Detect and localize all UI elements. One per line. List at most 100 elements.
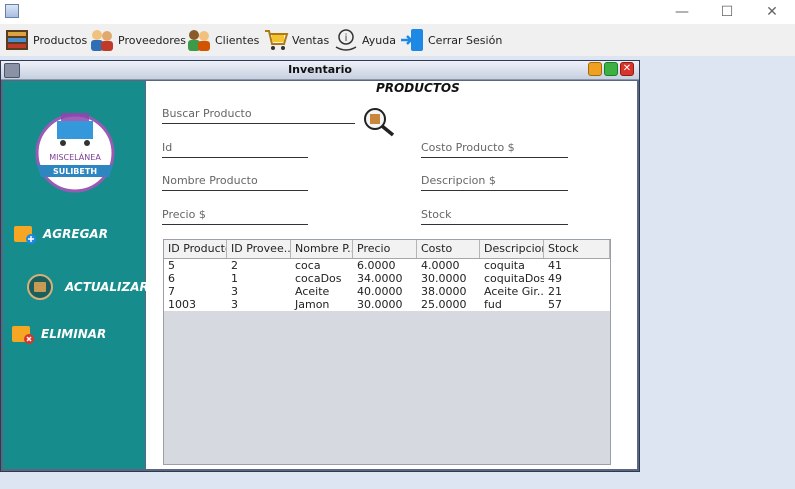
stock-label: Stock <box>421 208 452 221</box>
clients-icon <box>188 30 210 51</box>
menu-ayuda-label: Ayuda <box>362 33 396 47</box>
table-row[interactable]: 6 1 cocaDos 34.0000 30.0000 coquitaDos 4… <box>164 272 610 285</box>
table-row[interactable]: 5 2 coca 6.0000 4.0000 coquita 41 <box>164 259 610 272</box>
table-cell: coquita <box>484 259 525 272</box>
table-cell: 38.0000 <box>421 285 467 298</box>
table-cell: fud <box>484 298 502 311</box>
add-box-icon <box>14 226 36 244</box>
table-row[interactable]: 1003 3 Jamon 30.0000 25.0000 fud 57 <box>164 298 610 311</box>
table-cell: 3 <box>231 285 238 298</box>
menu-ayuda[interactable]: i Ayuda <box>333 27 396 53</box>
table-cell: 6.0000 <box>357 259 396 272</box>
table-cell: 6 <box>168 272 175 285</box>
table-cell: 3 <box>231 298 238 311</box>
table-cell: 49 <box>548 272 562 285</box>
menu-proveedores[interactable]: Proveedores <box>89 27 186 53</box>
menu-clientes-label: Clientes <box>215 33 260 47</box>
description-label: Descripcion $ <box>421 174 496 187</box>
price-input[interactable] <box>162 224 308 225</box>
table-cell: 21 <box>548 285 562 298</box>
search-icon[interactable] <box>363 107 397 137</box>
menu-clientes[interactable]: Clientes <box>186 27 259 53</box>
menu-ventas-label: Ventas <box>292 33 330 47</box>
window-minimize-button[interactable]: — <box>662 2 702 22</box>
table-cell: Jamon <box>295 298 330 311</box>
id-input[interactable] <box>162 157 308 158</box>
eliminar-label: ELIMINAR <box>41 327 107 341</box>
table-cell: 41 <box>548 259 562 272</box>
update-box-icon <box>27 274 53 300</box>
column-header[interactable]: ID Producto <box>164 240 227 258</box>
column-header[interactable]: Nombre P... <box>291 240 353 258</box>
stock-input[interactable] <box>421 224 568 225</box>
id-label: Id <box>162 141 173 154</box>
menu-ventas[interactable]: Ventas <box>263 27 329 53</box>
column-header[interactable]: Precio <box>353 240 417 258</box>
table-cell: 4.0000 <box>421 259 460 272</box>
name-input[interactable] <box>162 190 308 191</box>
table-cell: Aceite <box>295 285 330 298</box>
products-shelf-icon <box>6 30 28 50</box>
menu-productos[interactable]: Productos <box>4 27 87 53</box>
table-cell: 5 <box>168 259 175 272</box>
agregar-label: AGREGAR <box>43 227 108 241</box>
search-input[interactable] <box>162 123 355 124</box>
menu-proveedores-label: Proveedores <box>118 33 186 47</box>
main-menubar: Productos Proveedores Clientes Ventas i … <box>0 24 795 56</box>
window-close-button[interactable]: ✕ <box>752 2 792 22</box>
cost-label: Costo Producto $ <box>421 141 515 154</box>
product-form: PRODUCTOS Buscar Producto Id Costo Produ… <box>146 81 637 469</box>
table-cell: coquitaDos <box>484 272 544 285</box>
menu-productos-label: Productos <box>33 33 88 47</box>
table-cell: 7 <box>168 285 175 298</box>
cost-input[interactable] <box>421 157 568 158</box>
form-heading: PRODUCTOS <box>376 81 460 95</box>
suppliers-icon <box>91 30 113 51</box>
products-table: ID Producto ID Provee... Nombre P... Pre… <box>163 239 611 465</box>
table-cell: 34.0000 <box>357 272 403 285</box>
actualizar-label: ACTUALIZAR <box>65 280 149 294</box>
frame-minimize-button[interactable] <box>588 62 602 76</box>
table-row[interactable]: 7 3 Aceite 40.0000 38.0000 Aceite Gir...… <box>164 285 610 298</box>
table-cell: Aceite Gir... <box>484 285 544 298</box>
help-icon: i <box>335 29 357 51</box>
table-cell: 1003 <box>168 298 196 311</box>
table-cell: 40.0000 <box>357 285 403 298</box>
search-label: Buscar Producto <box>162 107 252 120</box>
column-header[interactable]: ID Provee... <box>227 240 291 258</box>
logo-text-top: MISCELÁNEA <box>49 151 101 162</box>
table-header: ID Producto ID Provee... Nombre P... Pre… <box>164 240 610 259</box>
app-titlebar: — ☐ ✕ <box>0 0 795 24</box>
table-cell: coca <box>295 259 321 272</box>
inventario-window: Inventario ✕ MISCELÁNEA SULIBETH AGREGAR <box>0 60 640 472</box>
logout-icon <box>401 29 423 51</box>
table-cell: cocaDos <box>295 272 342 285</box>
actualizar-button[interactable]: ACTUALIZAR <box>27 274 149 300</box>
table-cell: 25.0000 <box>421 298 467 311</box>
sidebar: MISCELÁNEA SULIBETH AGREGAR ACTUALIZAR E… <box>3 81 149 469</box>
table-cell: 30.0000 <box>357 298 403 311</box>
delete-box-icon <box>12 326 34 344</box>
inventario-window-title: Inventario <box>288 63 352 76</box>
frame-close-button[interactable]: ✕ <box>620 62 634 76</box>
java-app-icon <box>5 4 19 18</box>
logo-text-bottom: SULIBETH <box>53 167 97 176</box>
column-header[interactable]: Descripcion <box>480 240 544 258</box>
table-cell: 1 <box>231 272 238 285</box>
table-cell: 30.0000 <box>421 272 467 285</box>
description-input[interactable] <box>421 190 568 191</box>
table-cell: 57 <box>548 298 562 311</box>
svg-text:i: i <box>345 33 348 44</box>
window-maximize-button[interactable]: ☐ <box>707 2 747 22</box>
frame-maximize-button[interactable] <box>604 62 618 76</box>
cart-icon <box>265 30 289 50</box>
store-logo: MISCELÁNEA SULIBETH <box>35 113 115 193</box>
column-header[interactable]: Costo <box>417 240 480 258</box>
menu-cerrar-sesion[interactable]: Cerrar Sesión <box>399 27 502 53</box>
inventario-window-titlebar[interactable]: Inventario ✕ <box>1 61 639 80</box>
price-label: Precio $ <box>162 208 206 221</box>
eliminar-button[interactable]: ELIMINAR <box>11 323 106 345</box>
column-header[interactable]: Stock <box>544 240 610 258</box>
name-label: Nombre Producto <box>162 174 258 187</box>
agregar-button[interactable]: AGREGAR <box>13 223 108 245</box>
